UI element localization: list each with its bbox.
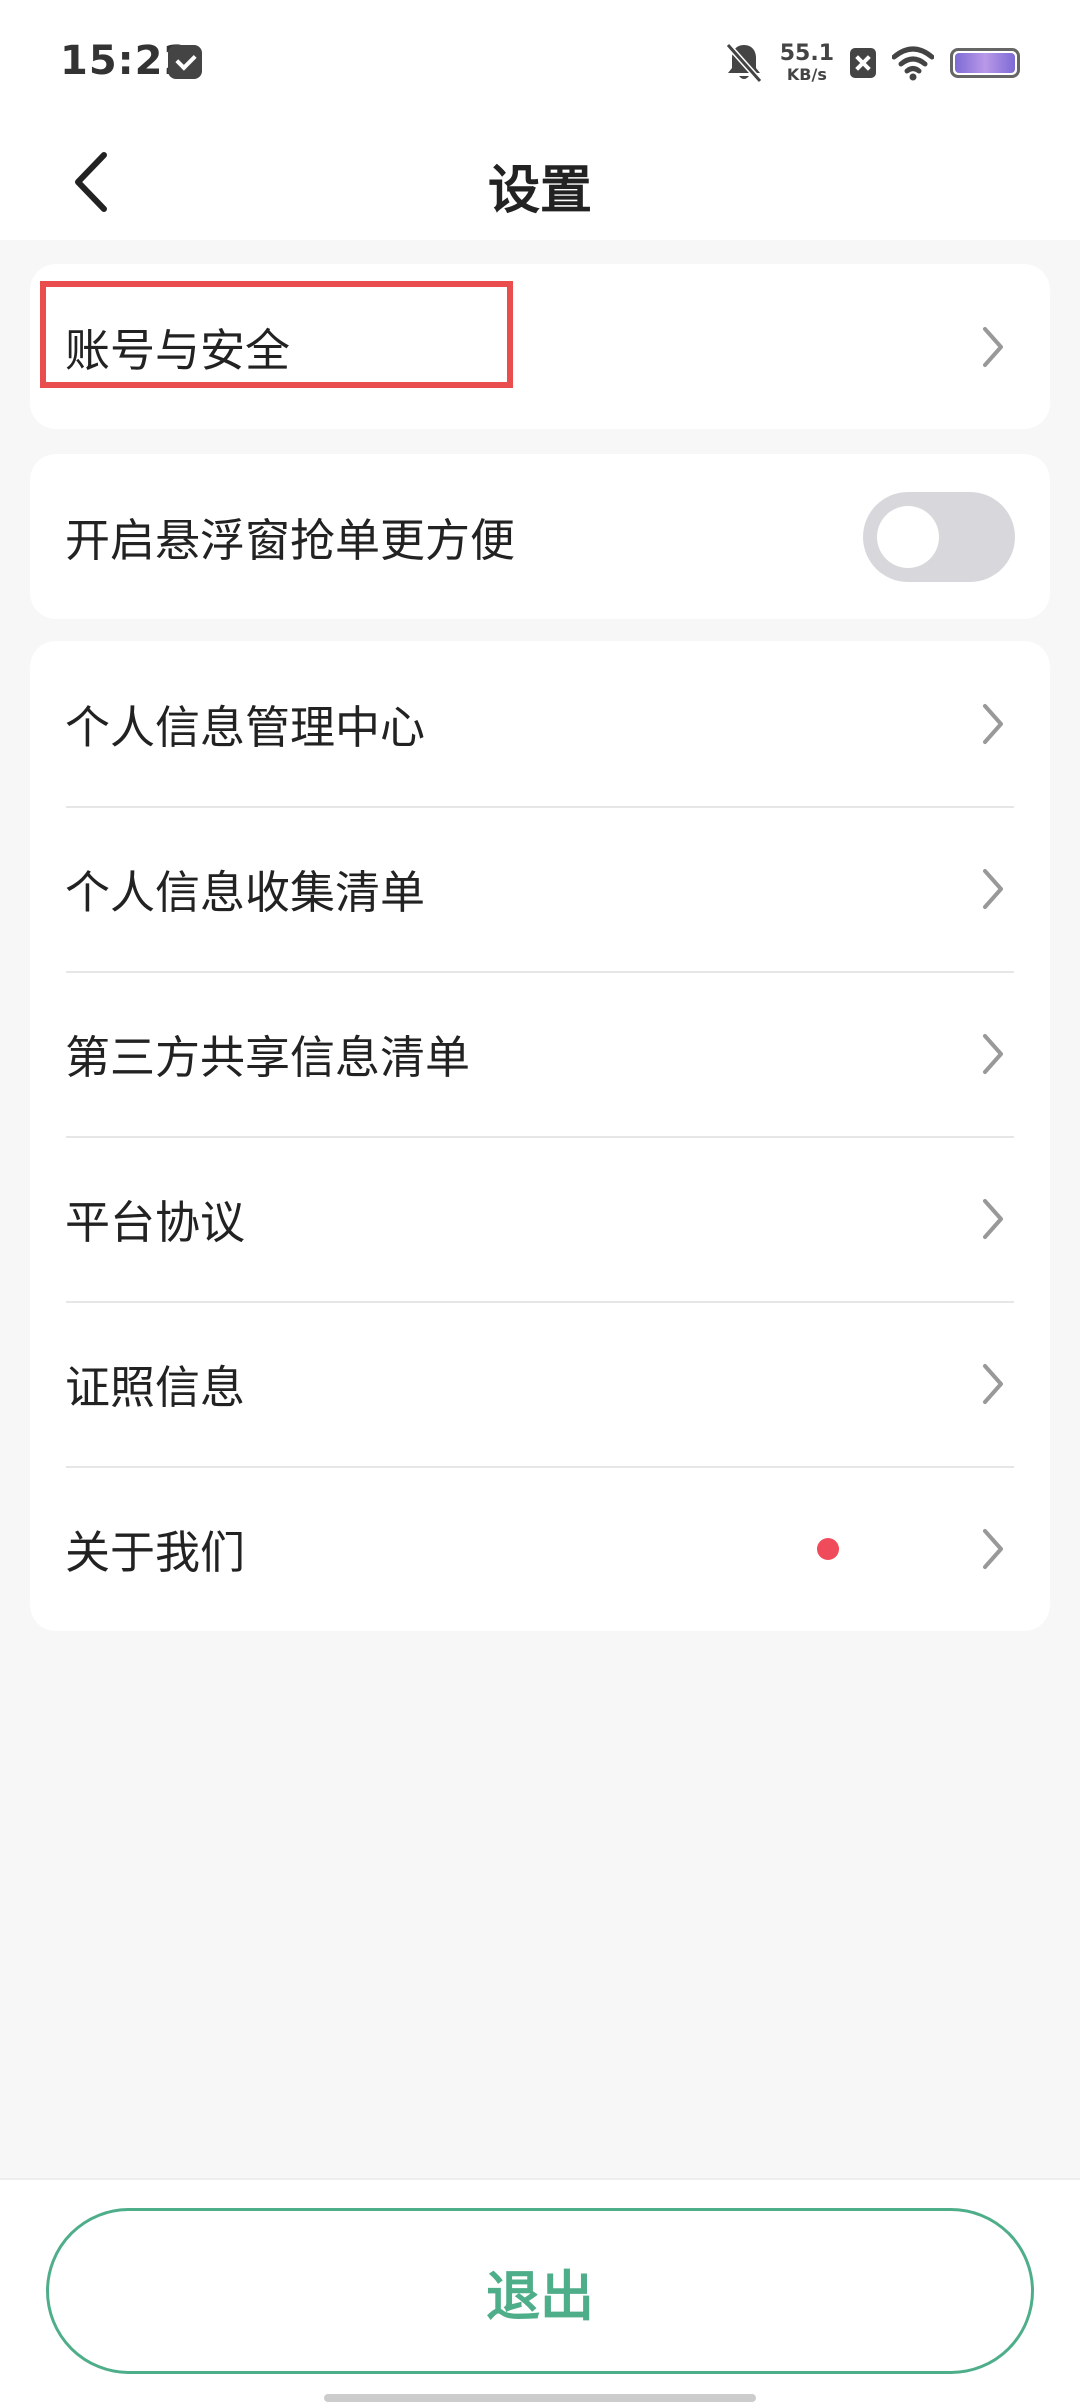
row-label: 个人信息管理中心 [65,701,426,754]
network-speed-value: 55.1 [779,41,834,66]
info-card: 个人信息管理中心 个人信息收集清单 第三方共享信息清单 平台协议 证照信息 关于… [30,641,1050,1631]
row-label: 证照信息 [65,1361,246,1414]
chevron-right-icon [983,1198,1003,1239]
logout-button[interactable]: 退出 [46,2208,1034,2374]
row-label: 账号与安全 [65,324,291,377]
chevron-right-icon [983,1363,1003,1404]
row-label: 个人信息收集清单 [65,866,426,919]
settings-screen: 15:22 55.1 KB/s 设置 账号与安全 开启悬浮窗抢单更方便 个人信息… [0,0,1080,2408]
battery-icon [950,48,1020,78]
row-label: 平台协议 [65,1196,246,1249]
row-label: 第三方共享信息清单 [65,1031,471,1084]
page-title: 设置 [487,161,592,221]
notification-app-icon [168,45,202,79]
settings-row-personal-info-center[interactable]: 个人信息管理中心 [30,641,1050,806]
settings-row-account-security[interactable]: 账号与安全 [30,264,1050,429]
chevron-right-icon [983,1033,1003,1074]
chevron-right-icon [983,868,1003,909]
status-bar: 15:22 55.1 KB/s [0,0,1080,128]
floating-window-card: 开启悬浮窗抢单更方便 [30,454,1050,619]
navigation-header: 设置 [0,128,1080,240]
new-badge-dot [817,1537,839,1560]
settings-row-personal-info-list[interactable]: 个人信息收集清单 [30,806,1050,971]
no-sim-icon [850,48,876,78]
mute-bell-icon [725,43,762,83]
account-card: 账号与安全 [30,264,1050,429]
settings-row-platform-agreement[interactable]: 平台协议 [30,1136,1050,1301]
chevron-right-icon [983,703,1003,744]
settings-row-license-info[interactable]: 证照信息 [30,1301,1050,1466]
row-label: 关于我们 [65,1526,246,1579]
chevron-right-icon [983,1528,1003,1569]
row-label: 开启悬浮窗抢单更方便 [65,514,516,567]
battery-level [955,53,1015,73]
wifi-icon [892,46,934,81]
floating-window-toggle[interactable] [863,491,1015,582]
settings-row-floating-window: 开启悬浮窗抢单更方便 [30,454,1050,619]
network-speed: 55.1 KB/s [780,43,834,83]
network-speed-unit: KB/s [786,65,827,84]
chevron-right-icon [983,326,1003,367]
settings-row-third-party-sharing[interactable]: 第三方共享信息清单 [30,971,1050,1136]
status-indicators: 55.1 KB/s [724,38,1020,88]
home-indicator[interactable] [324,2394,756,2402]
toggle-knob [877,505,939,568]
footer: 退出 [0,2178,1080,2408]
settings-row-about-us[interactable]: 关于我们 [30,1466,1050,1631]
